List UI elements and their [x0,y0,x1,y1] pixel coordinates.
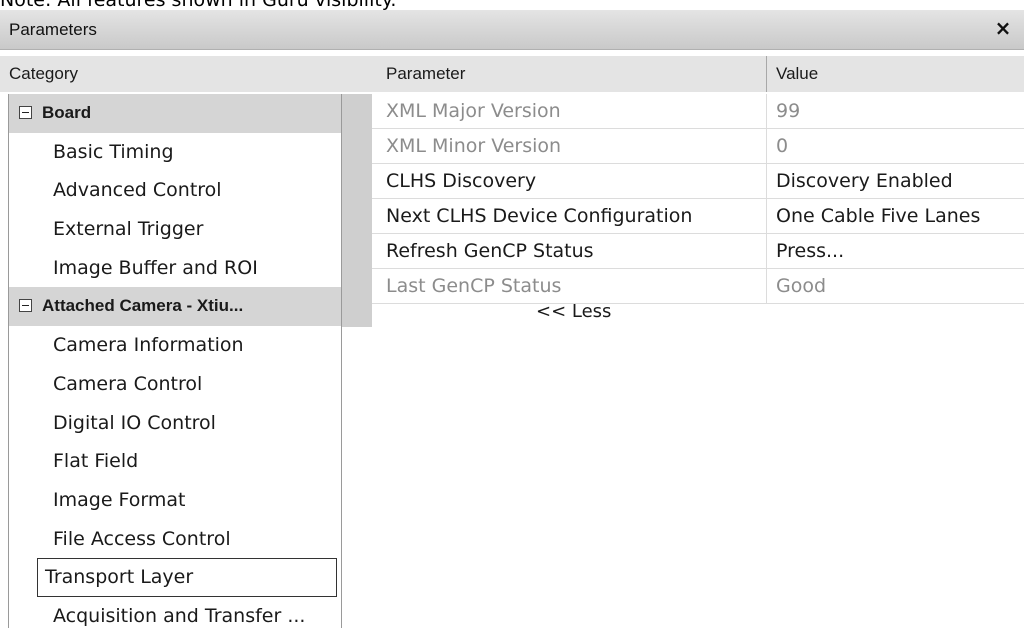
parameter-row[interactable]: Last GenCP Status Good [372,269,1024,304]
collapse-icon[interactable] [19,106,32,119]
parameter-row[interactable]: XML Major Version 99 [372,94,1024,129]
parameter-row[interactable]: Next CLHS Device Configuration One Cable… [372,199,1024,234]
category-item-acquisition-transfer[interactable]: Acquisition and Transfer ... [9,597,341,628]
parameter-name: XML Minor Version [386,135,562,157]
parameter-value: Good [766,269,1024,303]
category-item-external-trigger[interactable]: External Trigger [9,210,341,249]
parameter-value[interactable]: Discovery Enabled [766,164,1024,198]
parameter-name: Refresh GenCP Status [386,240,594,262]
parameter-row[interactable]: Refresh GenCP Status Press... [372,234,1024,269]
category-item-camera-information[interactable]: Camera Information [9,326,341,365]
category-item-camera-control[interactable]: Camera Control [9,365,341,404]
parameter-row[interactable]: XML Minor Version 0 [372,129,1024,164]
window-title: Parameters [9,20,97,39]
category-item-image-buffer-roi[interactable]: Image Buffer and ROI [9,249,341,288]
window-titlebar: Parameters × [0,10,1024,50]
category-item-digital-io-control[interactable]: Digital IO Control [9,404,341,443]
category-group-label: Board [42,103,92,122]
category-item-advanced-control[interactable]: Advanced Control [9,171,341,210]
category-item-image-format[interactable]: Image Format [9,481,341,520]
less-button[interactable]: << Less [536,298,611,326]
parameter-value: 0 [766,129,1024,163]
category-group-board[interactable]: Board [9,94,341,133]
column-header-parameter[interactable]: Parameter [370,56,766,92]
column-header-category: Category [0,56,370,92]
row-selector-gutter [342,94,372,327]
category-group-label: Attached Camera - Xtiu... [42,296,244,316]
parameter-value: 99 [766,94,1024,128]
parameter-grid: XML Major Version 99 XML Minor Version 0… [372,94,1024,304]
parameter-value[interactable]: One Cable Five Lanes [766,199,1024,233]
collapse-icon[interactable] [19,299,32,313]
category-item-file-access-control[interactable]: File Access Control [9,520,341,559]
category-item-basic-timing[interactable]: Basic Timing [9,133,341,172]
category-item-transport-layer[interactable]: Transport Layer [37,558,337,597]
close-icon[interactable]: × [990,14,1016,42]
category-item-flat-field[interactable]: Flat Field [9,442,341,481]
category-group-attached-camera[interactable]: Attached Camera - Xtiu... [9,287,341,327]
parameter-name: Next CLHS Device Configuration [386,205,693,227]
parameter-name: CLHS Discovery [386,170,537,192]
parameter-name: XML Major Version [386,100,561,122]
parameter-value[interactable]: Press... [766,234,1024,268]
category-tree: Board Basic Timing Advanced Control Exte… [8,94,342,628]
parameter-row[interactable]: CLHS Discovery Discovery Enabled [372,164,1024,199]
column-header-value[interactable]: Value [766,56,1024,92]
